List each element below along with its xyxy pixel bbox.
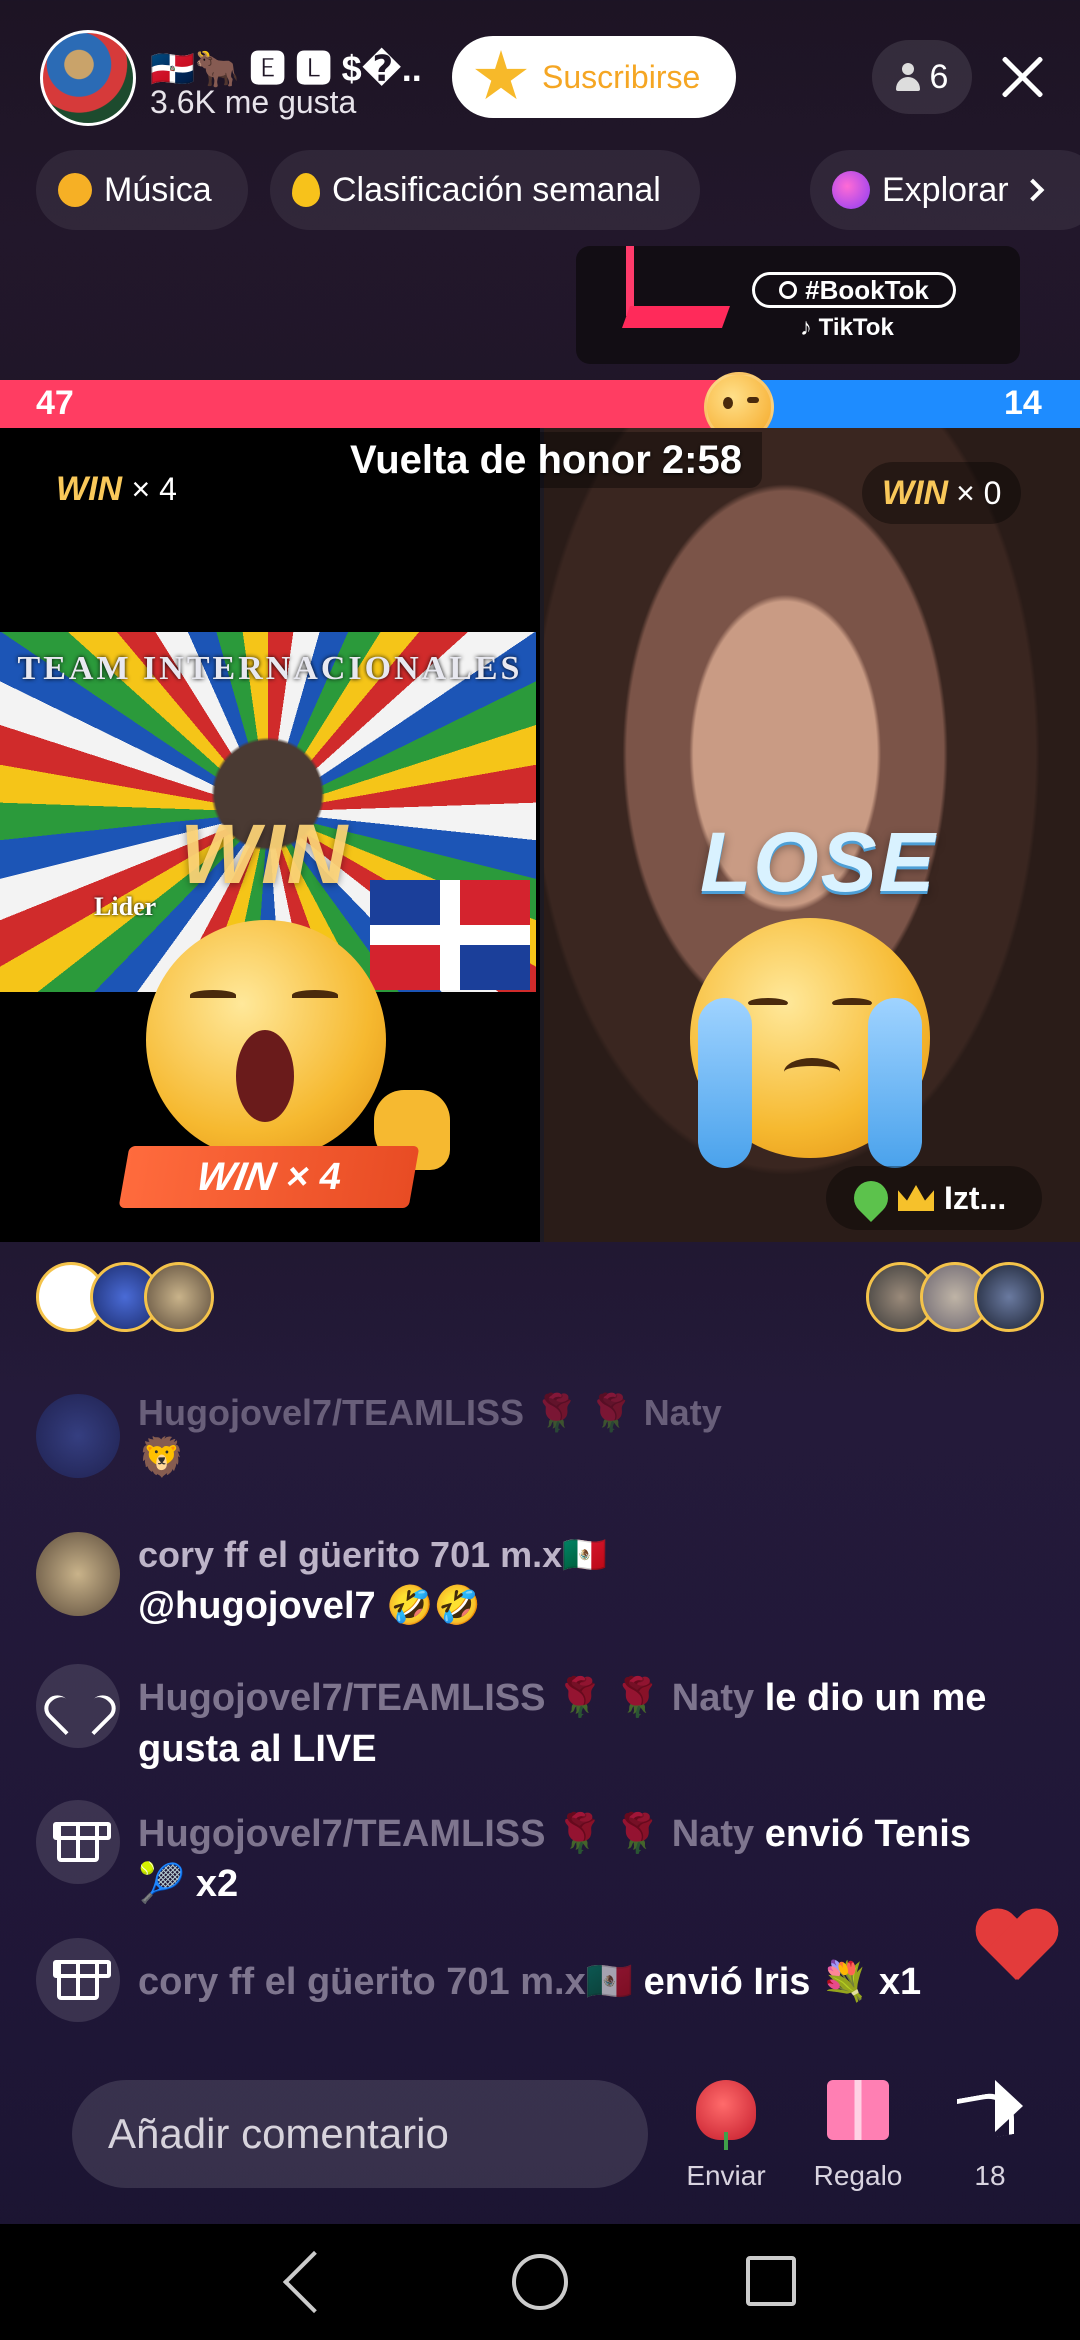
- comment-text: gusta al LIVE: [138, 1728, 377, 1770]
- event-text: le dio un me: [764, 1677, 987, 1719]
- host-avatar[interactable]: [40, 30, 136, 126]
- star-icon: [475, 50, 527, 100]
- supporter-avatar[interactable]: [144, 1262, 214, 1332]
- comment-author[interactable]: cory ff el güerito 701 m.x🇲🇽: [138, 1961, 633, 2003]
- commenter-avatar[interactable]: [36, 1532, 120, 1616]
- gift-box-icon: [827, 2080, 889, 2140]
- comment-author[interactable]: Hugojovel7/TEAMLISS 🌹 🌹 Naty: [138, 1392, 722, 1434]
- shocked-face-icon: [146, 920, 386, 1160]
- like-event-badge: [36, 1664, 120, 1748]
- win-ribbon: WIN × 4: [118, 1146, 420, 1208]
- share-icon: [957, 2080, 1023, 2136]
- left-win-label: WIN: [56, 470, 123, 508]
- team-title: TEAM INTERNACIONALES: [17, 650, 523, 687]
- tiktok-brand: ♪ TikTok: [800, 314, 894, 341]
- right-win-label: WIN: [882, 473, 949, 512]
- planet-icon: [832, 171, 870, 209]
- home-icon[interactable]: [512, 2254, 568, 2310]
- event-text: envió Iris 💐 x1: [643, 1961, 922, 2003]
- flame-icon: [292, 173, 320, 207]
- share-count: 18: [974, 2160, 1006, 2191]
- commenter-avatar[interactable]: [36, 1394, 120, 1478]
- opponent-name: Izt...: [944, 1179, 1007, 1216]
- win-ribbon-count: × 4: [283, 1155, 345, 1198]
- send-label: Enviar: [686, 2160, 766, 2191]
- supporter-avatar[interactable]: [974, 1262, 1044, 1332]
- score-bar-left: [0, 380, 740, 428]
- music-icon: [58, 173, 92, 207]
- comment-placeholder: Añadir comentario: [108, 2110, 449, 2157]
- music-label: Música: [104, 170, 212, 209]
- close-button[interactable]: [986, 36, 1056, 116]
- left-win-count: × 4: [131, 471, 177, 507]
- left-win-streak: WIN × 4: [56, 470, 177, 509]
- score-left: 47: [36, 384, 74, 422]
- explore-label: Explorar: [882, 170, 1009, 209]
- like-event: Hugojovel7/TEAMLISS 🌹 🌹 Naty le dio un m…: [138, 1676, 986, 1720]
- dominican-flag-icon: [370, 880, 530, 990]
- result-lose: LOSE: [700, 815, 937, 909]
- crying-face-icon: [690, 918, 930, 1168]
- opponent-name-pill[interactable]: Izt...: [826, 1166, 1042, 1230]
- subscribe-button[interactable]: Suscribirse: [452, 36, 736, 118]
- gift-icon: [53, 1960, 111, 2000]
- comment-author[interactable]: Hugojovel7/TEAMLISS 🌹 🌹 Naty: [138, 1813, 754, 1855]
- book-icon: [621, 246, 746, 342]
- share-button[interactable]: 18: [930, 2080, 1050, 2192]
- comment-text: @hugojovel7 🤣🤣: [138, 1585, 481, 1627]
- event-text: envió Tenis: [764, 1813, 971, 1855]
- comment-text: 🦁: [138, 1437, 186, 1479]
- clover-icon: [846, 1173, 896, 1223]
- gift-icon: [53, 1822, 111, 1862]
- score-right: 14: [1004, 384, 1042, 422]
- subscribe-label: Suscribirse: [542, 58, 701, 95]
- weekly-ranking-chip[interactable]: Clasificación semanal: [270, 150, 700, 230]
- recent-apps-icon[interactable]: [746, 2256, 796, 2306]
- win-ribbon-label: WIN: [193, 1154, 279, 1199]
- comment-input[interactable]: Añadir comentario: [72, 2080, 648, 2188]
- weekly-ranking-label: Clasificación semanal: [332, 170, 661, 209]
- viewer-count: 6: [929, 57, 949, 96]
- heart-icon: [58, 1688, 98, 1724]
- comment-author[interactable]: Hugojovel7/TEAMLISS 🌹 🌹 Naty: [138, 1677, 754, 1719]
- battle-timer: Vuelta de honor 2:58: [330, 432, 762, 488]
- search-icon: [779, 281, 798, 299]
- gift-button[interactable]: Regalo: [798, 2080, 918, 2192]
- person-icon: [895, 63, 920, 91]
- explore-chip[interactable]: Explorar: [810, 150, 1080, 230]
- lider-label: Lider: [94, 892, 157, 921]
- viewer-count-button[interactable]: 6: [872, 40, 972, 114]
- gift-event-badge: [36, 1800, 120, 1884]
- gift-label: Regalo: [813, 2160, 903, 2191]
- send-rose-button[interactable]: Enviar: [666, 2080, 786, 2192]
- crown-icon: [898, 1185, 934, 1211]
- rose-icon: [696, 2080, 756, 2150]
- music-chip[interactable]: Música: [36, 150, 248, 230]
- booktok-tag-text: #BookTok: [805, 274, 929, 305]
- host-likes: 3.6K me gusta: [150, 84, 357, 120]
- right-win-count: × 0: [956, 474, 1002, 511]
- chevron-right-icon: [1021, 178, 1044, 202]
- gift-event-badge: [36, 1938, 120, 2022]
- comment-author[interactable]: cory ff el güerito 701 m.x🇲🇽: [138, 1534, 607, 1576]
- floating-heart-icon: [974, 1910, 1058, 1986]
- comment-text: 🎾 x2: [138, 1863, 239, 1905]
- back-icon[interactable]: [286, 2254, 332, 2310]
- right-win-streak: WIN × 0: [862, 462, 1022, 524]
- booktok-hashtag: #BookTok: [752, 272, 956, 308]
- result-win: WIN: [180, 807, 350, 901]
- gift-event: Hugojovel7/TEAMLISS 🌹 🌹 Naty envió Tenis: [138, 1812, 971, 1856]
- gift-event: cory ff el güerito 701 m.x🇲🇽 envió Iris …: [138, 1960, 921, 2004]
